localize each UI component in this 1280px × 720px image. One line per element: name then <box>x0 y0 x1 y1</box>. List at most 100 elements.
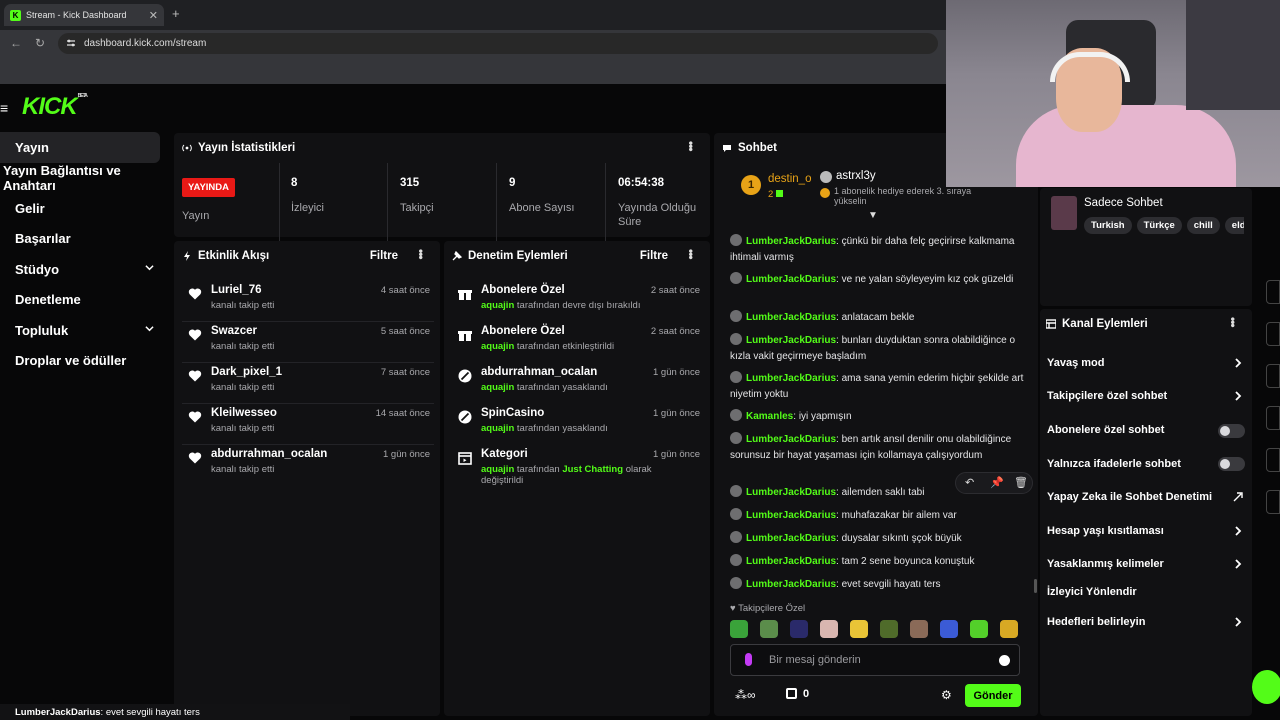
chat-message[interactable]: LumberJackDarius: ben artık ansıl denili… <box>730 432 1026 463</box>
sidebar-item-studyo[interactable]: Stüdyo <box>0 254 168 285</box>
sidebar-item-droplar[interactable]: Droplar ve ödüller <box>0 346 168 377</box>
browser-tab[interactable]: K Stream - Kick Dashboard ✕ <box>4 4 164 26</box>
site-settings-icon[interactable] <box>66 38 76 48</box>
toolbar-button[interactable] <box>1266 448 1280 472</box>
leaderboard-user[interactable]: destin_o <box>768 173 811 185</box>
chevron-right-icon[interactable] <box>1233 617 1243 627</box>
reload-icon[interactable]: ↻ <box>35 36 45 50</box>
more-options-icon[interactable]: ••• <box>684 141 698 151</box>
activity-item[interactable]: Kleilwesseo kanalı takip etti 14 saat ön… <box>182 404 434 445</box>
emoji-icon[interactable] <box>999 655 1010 666</box>
pin-collapse-icon[interactable]: ▼ <box>868 210 878 221</box>
activity-item[interactable]: Luriel_76 kanalı takip etti 4 saat önce <box>182 281 434 322</box>
activity-filter-button[interactable]: Filtre <box>370 250 398 262</box>
chat-username[interactable]: LumberJackDarius <box>746 312 836 323</box>
chat-username[interactable]: LumberJackDarius <box>746 533 836 544</box>
delete-icon[interactable]: 🗑 <box>1014 476 1028 489</box>
followers-only-chat-item[interactable]: Takipçilere özel sohbet <box>1047 390 1167 402</box>
chat-username[interactable]: LumberJackDarius <box>746 236 836 247</box>
chat-message[interactable]: LumberJackDarius: anlatacam bekle <box>730 310 1026 326</box>
activity-user[interactable]: abdurrahman_ocalan <box>211 448 327 460</box>
chat-username[interactable]: LumberJackDarius <box>746 510 836 521</box>
chevron-right-icon[interactable] <box>1233 391 1243 401</box>
settings-gear-icon[interactable]: ⚙ <box>941 688 952 702</box>
activity-user[interactable]: Luriel_76 <box>211 284 262 296</box>
chevron-right-icon[interactable] <box>1233 358 1243 368</box>
reply-icon[interactable]: ↶ <box>965 476 974 489</box>
activity-user[interactable]: Swazcer <box>211 325 257 337</box>
more-options-icon[interactable]: ••• <box>1226 317 1240 327</box>
toolbar-button[interactable] <box>1266 364 1280 388</box>
more-options-icon[interactable]: ••• <box>414 249 428 259</box>
moderation-item[interactable]: SpinCasino aquajin tarafından yasaklandı… <box>452 404 704 445</box>
tag[interactable]: Turkish <box>1084 217 1132 234</box>
toolbar-button[interactable] <box>1266 322 1280 346</box>
subscribers-only-toggle[interactable] <box>1218 424 1245 438</box>
store-icon[interactable] <box>786 688 797 699</box>
emote[interactable] <box>760 620 778 638</box>
moderation-item[interactable]: Abonelere Özel aquajin tarafından etkinl… <box>452 322 704 363</box>
emote[interactable] <box>880 620 898 638</box>
emote[interactable] <box>730 620 748 638</box>
toolbar-button[interactable] <box>1266 406 1280 430</box>
moderation-target[interactable]: abdurrahman_ocalan <box>481 366 597 378</box>
support-chat-icon[interactable] <box>1252 670 1280 704</box>
external-link-icon[interactable] <box>1233 492 1243 502</box>
sidebar-item-yayin[interactable]: Yayın <box>0 132 160 163</box>
pin-icon[interactable]: 📌 <box>990 476 1004 489</box>
menu-icon[interactable]: ≡ <box>0 100 8 116</box>
account-age-item[interactable]: Hesap yaşı kısıtlaması <box>1047 525 1164 537</box>
slow-mode-item[interactable]: Yavaş mod <box>1047 357 1104 369</box>
chat-username[interactable]: LumberJackDarius <box>746 487 836 498</box>
moderation-filter-button[interactable]: Filtre <box>640 250 668 262</box>
moderation-item[interactable]: Abonelere Özel aquajin tarafından devre … <box>452 281 704 322</box>
users-icon[interactable]: ⁂∞ <box>735 688 756 702</box>
more-options-icon[interactable]: ••• <box>684 249 698 259</box>
moderation-item[interactable]: abdurrahman_ocalan aquajin tarafından ya… <box>452 363 704 404</box>
emote[interactable] <box>820 620 838 638</box>
chat-input[interactable]: Bir mesaj gönderin <box>730 644 1020 676</box>
sidebar-item-basarilar[interactable]: Başarılar <box>0 224 168 255</box>
activity-user[interactable]: Kleilwesseo <box>211 407 277 419</box>
new-tab-icon[interactable]: + <box>172 6 180 21</box>
emote[interactable] <box>790 620 808 638</box>
activity-user[interactable]: Dark_pixel_1 <box>211 366 282 378</box>
toolbar-button[interactable] <box>1266 490 1280 514</box>
sidebar-item-gelir[interactable]: Gelir <box>0 193 168 224</box>
banned-words-item[interactable]: Yasaklanmış kelimeler <box>1047 558 1164 570</box>
chat-message[interactable]: LumberJackDarius: muhafazakar bir ailem … <box>730 508 1026 524</box>
activity-item[interactable]: Dark_pixel_1 kanalı takip etti 7 saat ön… <box>182 363 434 404</box>
chat-message[interactable]: LumberJackDarius: ve ne yalan söyleyeyim… <box>730 272 1026 288</box>
goals-item[interactable]: Hedefleri belirleyin <box>1047 616 1145 628</box>
chat-message[interactable]: LumberJackDarius: bunları duyduktan sonr… <box>730 333 1026 364</box>
chat-username[interactable]: LumberJackDarius <box>746 556 836 567</box>
chat-username[interactable]: LumberJackDarius <box>746 579 836 590</box>
emote[interactable] <box>970 620 988 638</box>
chat-username[interactable]: Kamanles <box>746 411 793 422</box>
chat-message[interactable]: Kamanles: iyi yapmışın <box>730 409 1026 425</box>
chat-scrollbar[interactable] <box>1034 579 1037 593</box>
sidebar-item-topluluk[interactable]: Topluluk <box>0 315 168 346</box>
send-button[interactable]: Gönder <box>965 684 1021 707</box>
gift-user[interactable]: astrxl3y <box>836 170 876 182</box>
emote[interactable] <box>910 620 928 638</box>
activity-item[interactable]: abdurrahman_ocalan kanalı takip etti 1 g… <box>182 445 434 486</box>
emote-only-toggle[interactable] <box>1218 457 1245 471</box>
chevron-right-icon[interactable] <box>1233 559 1243 569</box>
chat-username[interactable]: LumberJackDarius <box>746 434 836 445</box>
chat-message[interactable]: LumberJackDarius: evet sevgili hayatı te… <box>730 577 1026 593</box>
chat-username[interactable]: LumberJackDarius <box>746 274 836 285</box>
url-bar[interactable]: dashboard.kick.com/stream <box>58 33 938 54</box>
toolbar-button[interactable] <box>1266 280 1280 304</box>
ai-moderation-item[interactable]: Yapay Zeka ile Sohbet Denetimi <box>1047 491 1212 503</box>
microphone-icon[interactable] <box>745 653 752 666</box>
tag[interactable]: chill <box>1186 217 1220 234</box>
chat-message[interactable]: LumberJackDarius: çünkü bir daha felç ge… <box>730 234 1026 265</box>
kick-logo[interactable]: KICKBETA <box>22 93 88 121</box>
emote[interactable] <box>1000 620 1018 638</box>
tag[interactable]: elde <box>1224 217 1244 234</box>
raid-item[interactable]: İzleyici Yönlendir <box>1047 586 1137 598</box>
chat-username[interactable]: LumberJackDarius <box>746 335 836 346</box>
moderation-target[interactable]: SpinCasino <box>481 407 544 419</box>
chat-username[interactable]: LumberJackDarius <box>746 373 836 384</box>
